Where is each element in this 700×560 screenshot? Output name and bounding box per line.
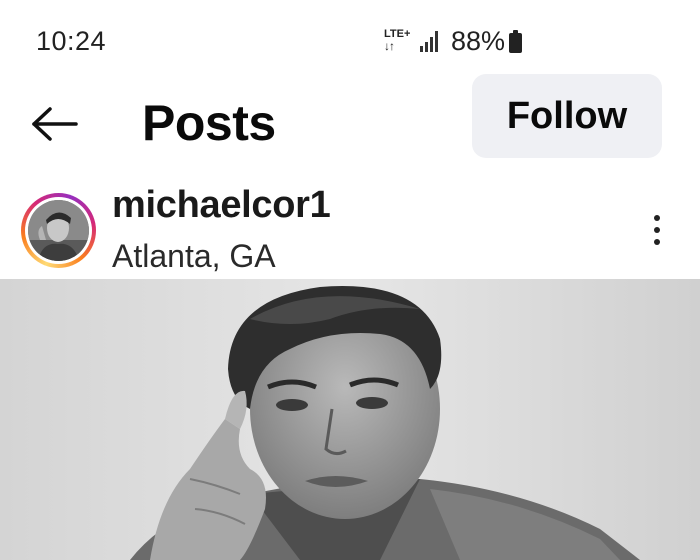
status-time: 10:24 [36, 26, 107, 56]
avatar-photo [28, 200, 89, 261]
network-type-icon: LTE+ ↓↑ [384, 28, 416, 56]
page-title: Posts [142, 95, 276, 151]
back-button[interactable] [30, 104, 80, 144]
post-photo[interactable] [0, 279, 700, 560]
location-link[interactable]: Atlanta, GA [112, 238, 276, 275]
battery-percent: 88% [451, 26, 506, 56]
more-vertical-icon [654, 215, 660, 221]
post-photo-illustration [0, 279, 700, 560]
more-options-button[interactable] [640, 210, 674, 250]
signal-bars-icon [420, 30, 442, 52]
data-arrows-icon: ↓↑ [384, 39, 395, 53]
status-bar: 10:24 LTE+ ↓↑ 88% [0, 0, 700, 80]
avatar [28, 200, 89, 261]
back-arrow-icon [32, 107, 78, 141]
header: Posts Follow [0, 74, 700, 170]
post-author-row: michaelcor1 Atlanta, GA [0, 180, 700, 280]
follow-button[interactable]: Follow [472, 74, 662, 158]
avatar-story-ring[interactable] [21, 193, 96, 268]
username-link[interactable]: michaelcor1 [112, 184, 331, 227]
battery-icon [509, 30, 522, 53]
